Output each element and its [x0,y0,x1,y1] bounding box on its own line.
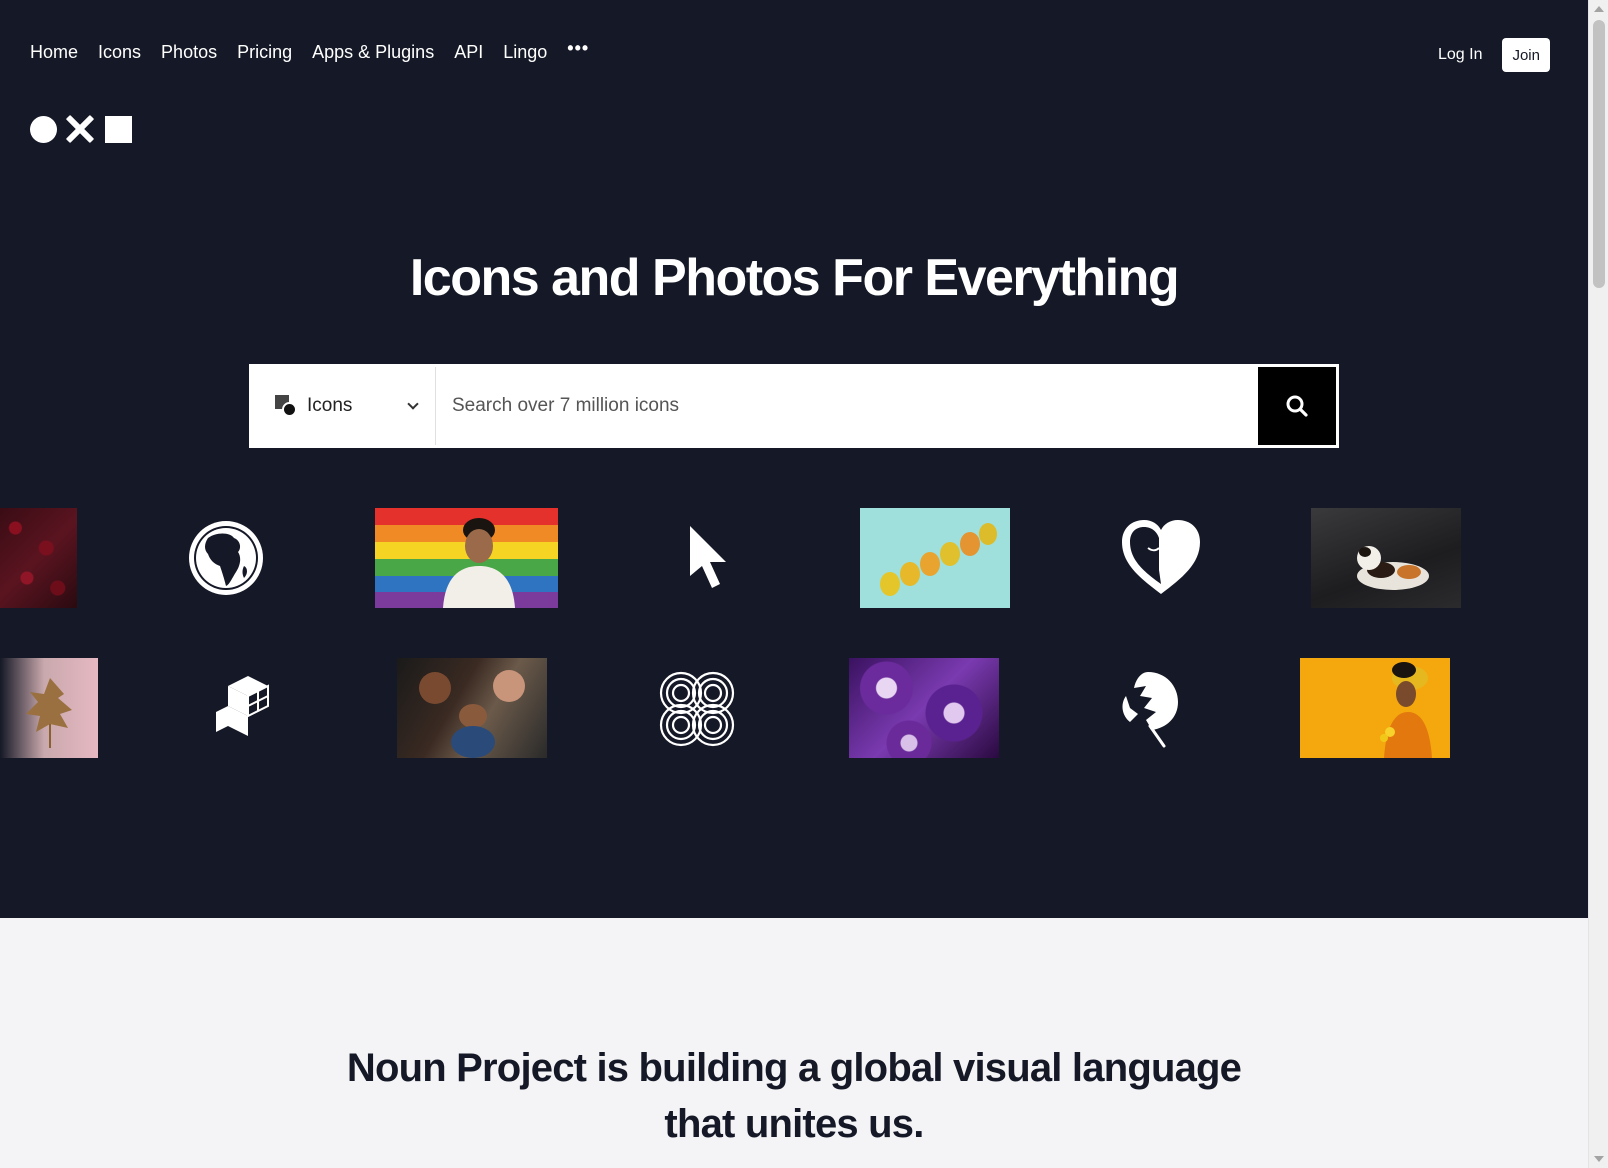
photo-family-with-baby[interactable] [397,658,547,758]
nav-api-link[interactable]: API [454,42,483,63]
nav-pricing-link[interactable]: Pricing [237,42,292,63]
top-navigation: Home Icons Photos Pricing Apps & Plugins… [30,38,589,63]
woman-illustration [1380,662,1432,758]
hero-headline: Icons and Photos For Everything [409,249,1180,307]
mission-statement: Noun Project is building a global visual… [0,1040,1588,1152]
pears-illustration [880,523,997,596]
leaf-illustration [26,678,72,748]
photo-pears[interactable] [860,508,1010,608]
interlocking-circles-icon[interactable] [656,668,738,750]
photo-petunias[interactable] [849,658,999,758]
photo-calico-cat[interactable] [1311,508,1461,608]
cat-illustration [1357,546,1429,590]
mission-line-2: that unites us. [664,1102,924,1146]
photo-cherries[interactable] [0,508,77,608]
globe-icon[interactable] [186,518,266,598]
nav-icons-link[interactable]: Icons [98,42,141,63]
auth-controls: Log In Join [1438,38,1550,72]
nav-lingo-link[interactable]: Lingo [503,42,547,63]
mission-line-1: Noun Project is building a global visual… [346,1046,1242,1090]
monstera-leaf-icon[interactable] [1116,668,1182,748]
search-button[interactable] [1258,367,1336,445]
heart-face-icon[interactable] [1120,518,1202,596]
person-illustration [443,518,515,608]
icons-type-icon [275,395,297,417]
login-link[interactable]: Log In [1438,46,1482,64]
nav-photos-link[interactable]: Photos [161,42,217,63]
search-input[interactable] [436,367,1258,445]
cursor-icon[interactable] [688,524,730,594]
search-type-label: Icons [307,395,353,416]
photo-pride-flag-person[interactable] [375,508,558,608]
chevron-down-icon [407,398,419,410]
scroll-up-arrow-icon[interactable] [1594,6,1604,12]
search-icon [1286,395,1308,417]
photo-dried-leaf[interactable] [0,658,98,758]
search-bar: Icons [249,364,1339,448]
scrollbar-thumb[interactable] [1593,20,1605,288]
hero-section: Home Icons Photos Pricing Apps & Plugins… [0,0,1588,918]
photo-woman-yellow-background[interactable] [1300,658,1450,758]
logo-square-icon [105,115,132,143]
cubes-icon[interactable] [212,672,284,744]
logo-circle-icon [30,115,57,143]
more-menu-icon[interactable]: ••• [567,38,589,59]
noun-project-logo[interactable] [30,114,132,144]
nav-home-link[interactable]: Home [30,42,78,63]
vertical-scrollbar[interactable] [1588,0,1608,1168]
nav-apps-plugins-link[interactable]: Apps & Plugins [312,42,434,63]
scroll-down-arrow-icon[interactable] [1594,1156,1604,1162]
logo-cross-icon [65,114,95,144]
search-type-dropdown[interactable]: Icons [252,367,436,445]
family-illustration [419,670,525,758]
join-button[interactable]: Join [1502,38,1550,72]
